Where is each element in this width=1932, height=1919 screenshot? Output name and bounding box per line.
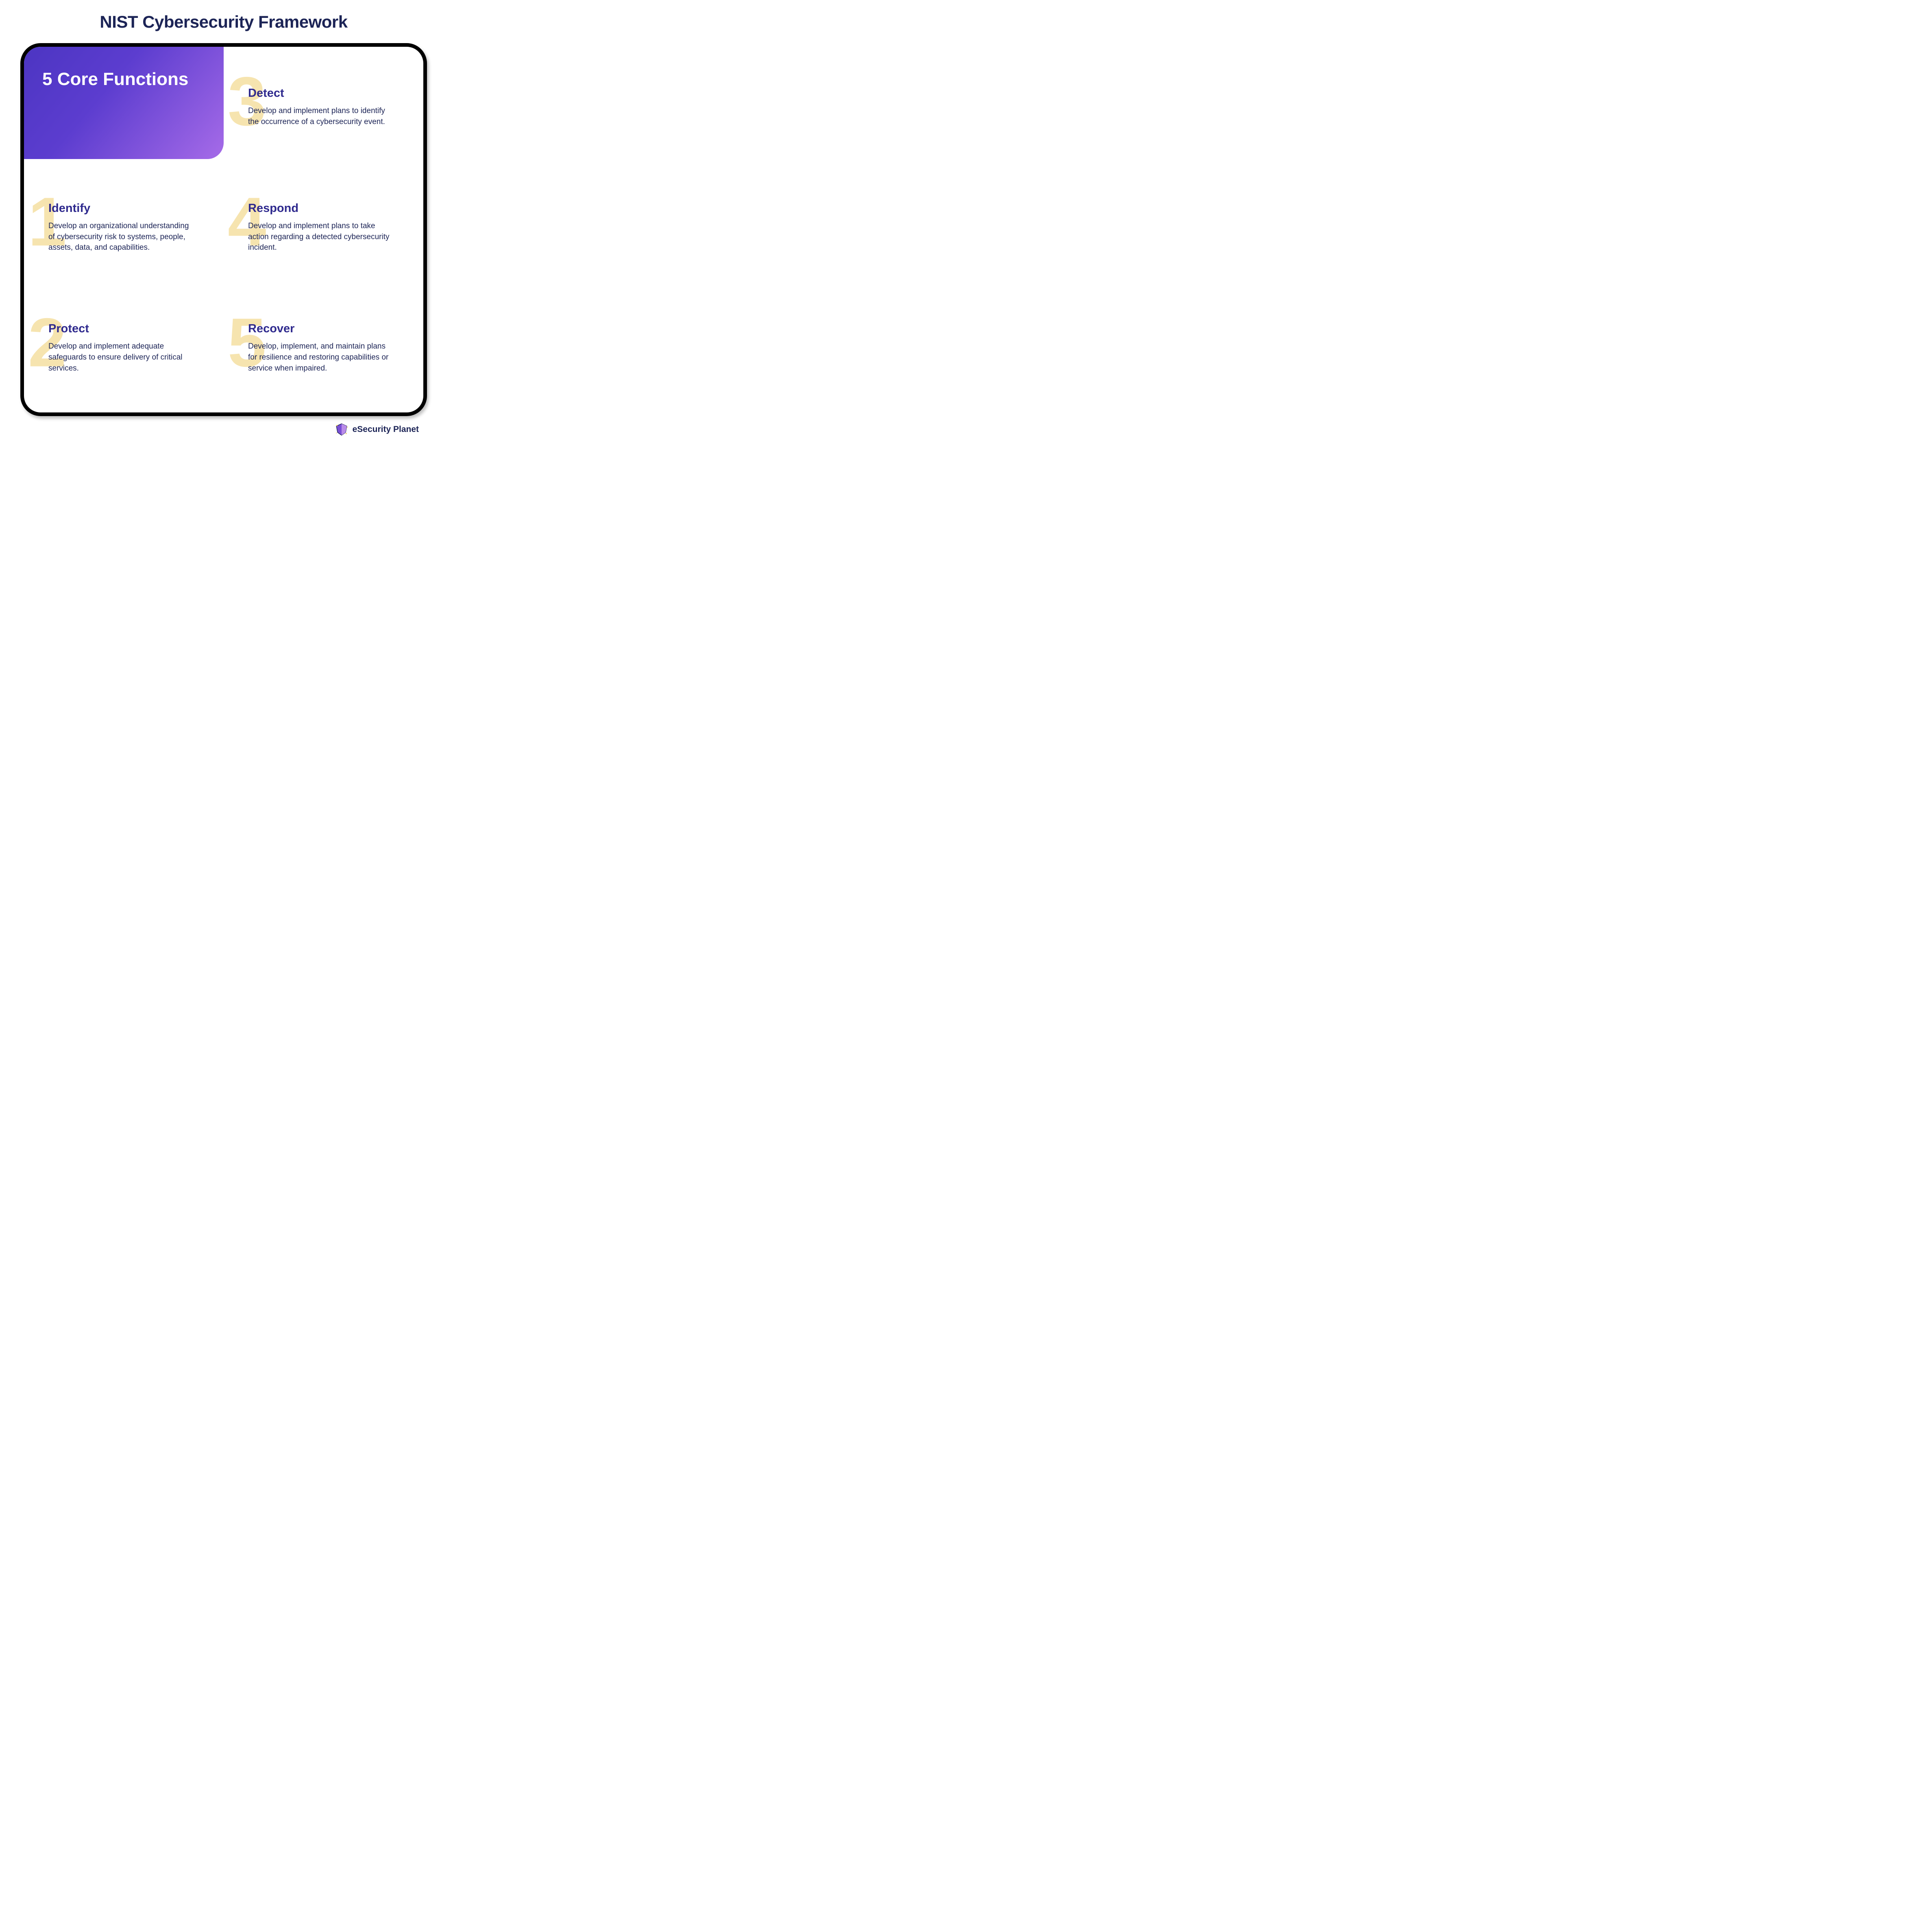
function-desc: Develop an organizational understanding … [48,221,195,253]
function-recover: 5 Recover Develop, implement, and mainta… [224,288,407,400]
function-title: Protect [48,322,203,336]
function-title: Detect [248,87,403,100]
function-desc: Develop, implement, and maintain plans f… [248,341,394,374]
function-protect: 2 Protect Develop and implement adequate… [24,288,207,400]
framework-card: 5 Core Functions 3 Detect Develop and im… [20,43,427,416]
function-desc: Develop and implement adequate safeguard… [48,341,195,374]
brand-footer: eSecurity Planet [20,423,427,436]
function-desc: Develop and implement plans to take acti… [248,221,394,253]
functions-grid: 5 Core Functions 3 Detect Develop and im… [24,47,423,412]
hero-text: 5 Core Functions [42,69,188,89]
shield-icon [335,423,349,436]
function-desc: Develop and implement plans to identify … [248,106,394,127]
function-respond: 4 Respond Develop and implement plans to… [224,167,407,279]
function-detect: 3 Detect Develop and implement plans to … [224,47,407,159]
function-title: Recover [248,322,403,336]
function-title: Respond [248,202,403,215]
function-title: Identify [48,202,203,215]
hero-panel: 5 Core Functions [24,47,224,159]
page-title: NIST Cybersecurity Framework [20,12,427,32]
function-identify: 1 Identify Develop an organizational und… [24,167,207,279]
brand-name: eSecurity Planet [353,425,419,434]
